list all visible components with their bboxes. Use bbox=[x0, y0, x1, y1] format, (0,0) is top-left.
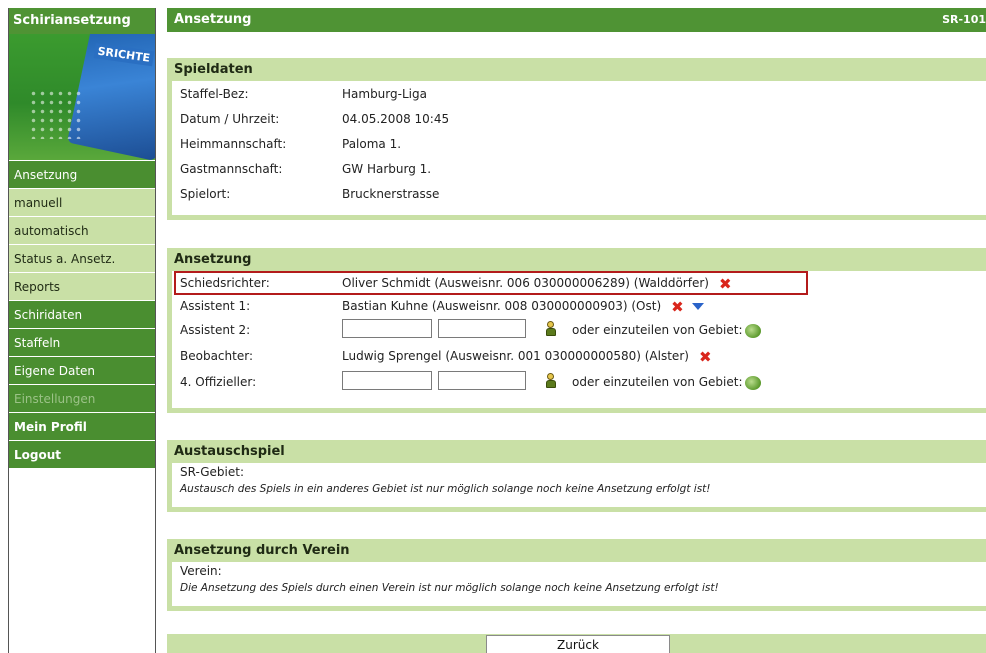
assign-area-icon[interactable] bbox=[744, 375, 761, 390]
heim-value: Paloma 1. bbox=[342, 137, 402, 151]
spielort-value: Brucknerstrasse bbox=[342, 187, 440, 201]
assistent1-value: Bastian Kuhne (Ausweisnr. 008 0300000009… bbox=[342, 299, 662, 313]
ansetzung-heading: Ansetzung bbox=[167, 248, 986, 271]
spieldaten-section: Spieldaten Staffel-Bez: Hamburg-Liga Datu… bbox=[167, 58, 986, 220]
back-button[interactable]: Zurück bbox=[486, 635, 670, 653]
spieldaten-heading: Spieldaten bbox=[167, 58, 986, 81]
sidebar-item-schiridaten[interactable]: Schiridaten bbox=[9, 300, 155, 328]
sidebar-item-status[interactable]: Status a. Ansetz. bbox=[9, 244, 155, 272]
sidebar-item-staffeln[interactable]: Staffeln bbox=[9, 328, 155, 356]
sidebar-title: Schiriansetzung bbox=[9, 8, 155, 34]
page-code: SR-101 bbox=[942, 13, 986, 26]
assistent2-field-1[interactable] bbox=[342, 319, 432, 338]
card-label: SRICHTE bbox=[93, 43, 154, 67]
staffel-label: Staffel-Bez: bbox=[180, 87, 249, 101]
datum-value: 04.05.2008 10:45 bbox=[342, 112, 450, 126]
austausch-note: Austausch des Spiels in ein anderes Gebi… bbox=[180, 483, 711, 495]
verein-section: Ansetzung durch Verein Verein: Die Anset… bbox=[167, 539, 986, 611]
sidebar-item-manuell[interactable]: manuell bbox=[9, 188, 155, 216]
assistent2-label: Assistent 2: bbox=[180, 323, 251, 337]
person-search-icon[interactable] bbox=[546, 321, 556, 337]
staffel-value: Hamburg-Liga bbox=[342, 87, 427, 101]
assign-area-icon[interactable] bbox=[744, 323, 761, 338]
assistent2-field-2[interactable] bbox=[438, 319, 526, 338]
offizieller4-field-2[interactable] bbox=[438, 371, 526, 390]
sidebar-item-ansetzung[interactable]: Ansetzung bbox=[9, 160, 155, 188]
verein-heading: Ansetzung durch Verein bbox=[167, 539, 986, 562]
assistent2-alt-text: oder einzuteilen von Gebiet: bbox=[572, 323, 743, 337]
sidebar-item-einstellungen: Einstellungen bbox=[9, 384, 155, 412]
chevron-down-icon[interactable] bbox=[691, 303, 704, 310]
austauschspiel-heading: Austauschspiel bbox=[167, 440, 986, 463]
sidebar-item-mein-profil[interactable]: Mein Profil bbox=[9, 412, 155, 440]
person-search-icon[interactable] bbox=[546, 373, 556, 389]
delete-assistent1-icon[interactable]: ✖ bbox=[671, 299, 684, 314]
sidebar-item-automatisch[interactable]: automatisch bbox=[9, 216, 155, 244]
gast-label: Gastmannschaft: bbox=[180, 162, 283, 176]
assistent1-label: Assistent 1: bbox=[180, 299, 251, 313]
heim-label: Heimmannschaft: bbox=[180, 137, 287, 151]
delete-beobachter-icon[interactable]: ✖ bbox=[699, 349, 712, 364]
datum-label: Datum / Uhrzeit: bbox=[180, 112, 280, 126]
page-title: Ansetzung bbox=[174, 12, 252, 27]
offizieller4-alt-text: oder einzuteilen von Gebiet: bbox=[572, 375, 743, 389]
beobachter-value: Ludwig Sprengel (Ausweisnr. 001 03000000… bbox=[342, 349, 689, 363]
page-header: Ansetzung SR-101 bbox=[167, 8, 986, 32]
sidebar-item-eigene-daten[interactable]: Eigene Daten bbox=[9, 356, 155, 384]
verein-label: Verein: bbox=[180, 564, 222, 578]
sr-gebiet-label: SR-Gebiet: bbox=[180, 465, 245, 479]
schiedsrichter-highlight bbox=[174, 271, 808, 295]
beobachter-label: Beobachter: bbox=[180, 349, 253, 363]
sidebar-item-logout[interactable]: Logout bbox=[9, 440, 155, 468]
austauschspiel-section: Austauschspiel SR-Gebiet: Austausch des … bbox=[167, 440, 986, 512]
sidebar: Schiriansetzung SRICHTE Ansetzung manuel… bbox=[8, 8, 156, 653]
sidebar-logo-image: SRICHTE bbox=[9, 34, 155, 160]
verein-note: Die Ansetzung des Spiels durch einen Ver… bbox=[180, 582, 719, 594]
offizieller4-field-1[interactable] bbox=[342, 371, 432, 390]
sidebar-item-reports[interactable]: Reports bbox=[9, 272, 155, 300]
offizieller4-label: 4. Offizieller: bbox=[180, 375, 257, 389]
spielort-label: Spielort: bbox=[180, 187, 231, 201]
gast-value: GW Harburg 1. bbox=[342, 162, 432, 176]
